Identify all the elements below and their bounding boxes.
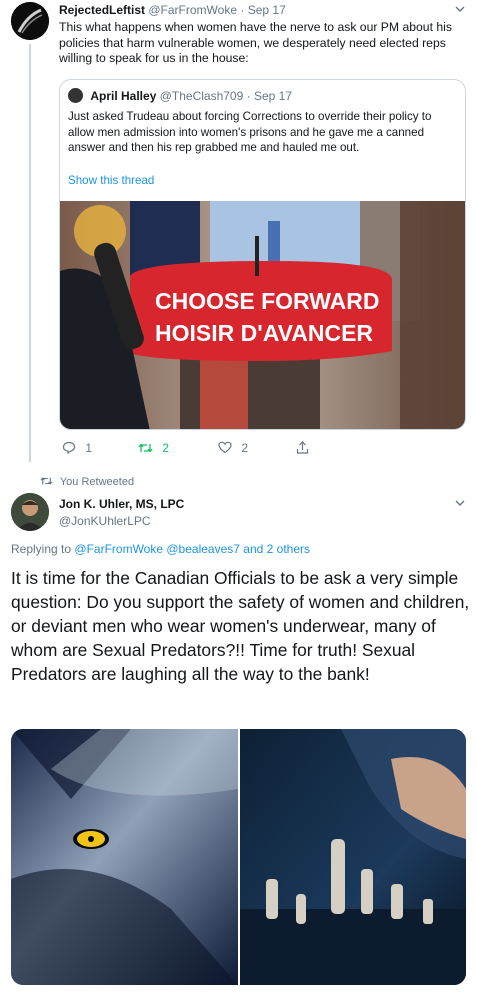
show-thread-link[interactable]: Show this thread bbox=[68, 174, 154, 187]
quote-display-name: April Halley bbox=[90, 89, 157, 103]
replying-users-link[interactable]: @FarFromWoke @bealeaves7 bbox=[74, 542, 240, 556]
handle[interactable]: @FarFromWoke bbox=[148, 3, 237, 17]
press-conference-image[interactable]: CHOOSE FORWARD HOISIR D'AVANCER bbox=[60, 201, 465, 429]
retweet-count: 2 bbox=[162, 441, 170, 455]
reply-button[interactable]: 1 bbox=[62, 441, 92, 455]
quote-text: Just asked Trudeau about forcing Correct… bbox=[68, 110, 432, 154]
display-name[interactable]: Jon K. Uhler, MS, LPC bbox=[59, 497, 184, 511]
replying-to: Replying to @FarFromWoke @bealeaves7 and… bbox=[11, 542, 310, 556]
handle[interactable]: @JonKUhlerLPC bbox=[59, 514, 151, 528]
quote-handle: @TheClash709 bbox=[159, 89, 244, 103]
tweet-media[interactable] bbox=[11, 729, 466, 985]
avatar[interactable] bbox=[11, 2, 49, 40]
quote-timestamp: Sep 17 bbox=[253, 89, 293, 103]
you-retweeted-label: You Retweeted bbox=[59, 476, 135, 488]
retweet-icon bbox=[138, 443, 153, 453]
share-button[interactable] bbox=[296, 441, 309, 455]
separator: · bbox=[246, 89, 251, 103]
share-icon bbox=[296, 441, 309, 454]
retweet-context: You Retweeted bbox=[40, 476, 134, 488]
chess-image[interactable] bbox=[240, 729, 466, 985]
chevron-down-icon[interactable] bbox=[454, 497, 466, 512]
heart-icon bbox=[218, 441, 232, 454]
reply-count: 1 bbox=[85, 441, 93, 455]
sign-text-line2: HOISIR D'AVANCER bbox=[155, 320, 373, 346]
sign-text-line1: CHOOSE FORWARD bbox=[155, 288, 379, 314]
tweet-header: RejectedLeftist @FarFromWoke · Sep 17 bbox=[59, 3, 286, 17]
retweet-button[interactable]: 2 bbox=[138, 441, 169, 455]
wolf-image[interactable] bbox=[11, 729, 238, 985]
chevron-down-icon[interactable] bbox=[454, 3, 466, 18]
quoted-tweet[interactable]: April Halley @TheClash709 · Sep 17 Just … bbox=[59, 79, 466, 430]
separator: · bbox=[240, 3, 245, 17]
tweet-text: This what happens when women have the ne… bbox=[59, 20, 452, 65]
quote-avatar bbox=[68, 88, 83, 103]
like-button[interactable]: 2 bbox=[218, 441, 248, 455]
replying-prefix: Replying to bbox=[11, 542, 72, 556]
timestamp[interactable]: Sep 17 bbox=[248, 3, 286, 17]
tweet-text: It is time for the Canadian Officials to… bbox=[11, 568, 470, 684]
quote-header: April Halley @TheClash709 · Sep 17 bbox=[68, 88, 292, 103]
avatar-image bbox=[11, 2, 49, 40]
thread-line bbox=[29, 44, 31, 462]
tweet-header: Jon K. Uhler, MS, LPC bbox=[59, 497, 184, 511]
avatar-image bbox=[11, 493, 49, 531]
avatar[interactable] bbox=[11, 493, 49, 531]
replying-others-link[interactable]: and 2 others bbox=[243, 542, 310, 556]
retweet-small-icon bbox=[40, 477, 53, 485]
like-count: 2 bbox=[241, 441, 249, 455]
reply-icon bbox=[62, 441, 76, 455]
display-name[interactable]: RejectedLeftist bbox=[59, 3, 145, 17]
